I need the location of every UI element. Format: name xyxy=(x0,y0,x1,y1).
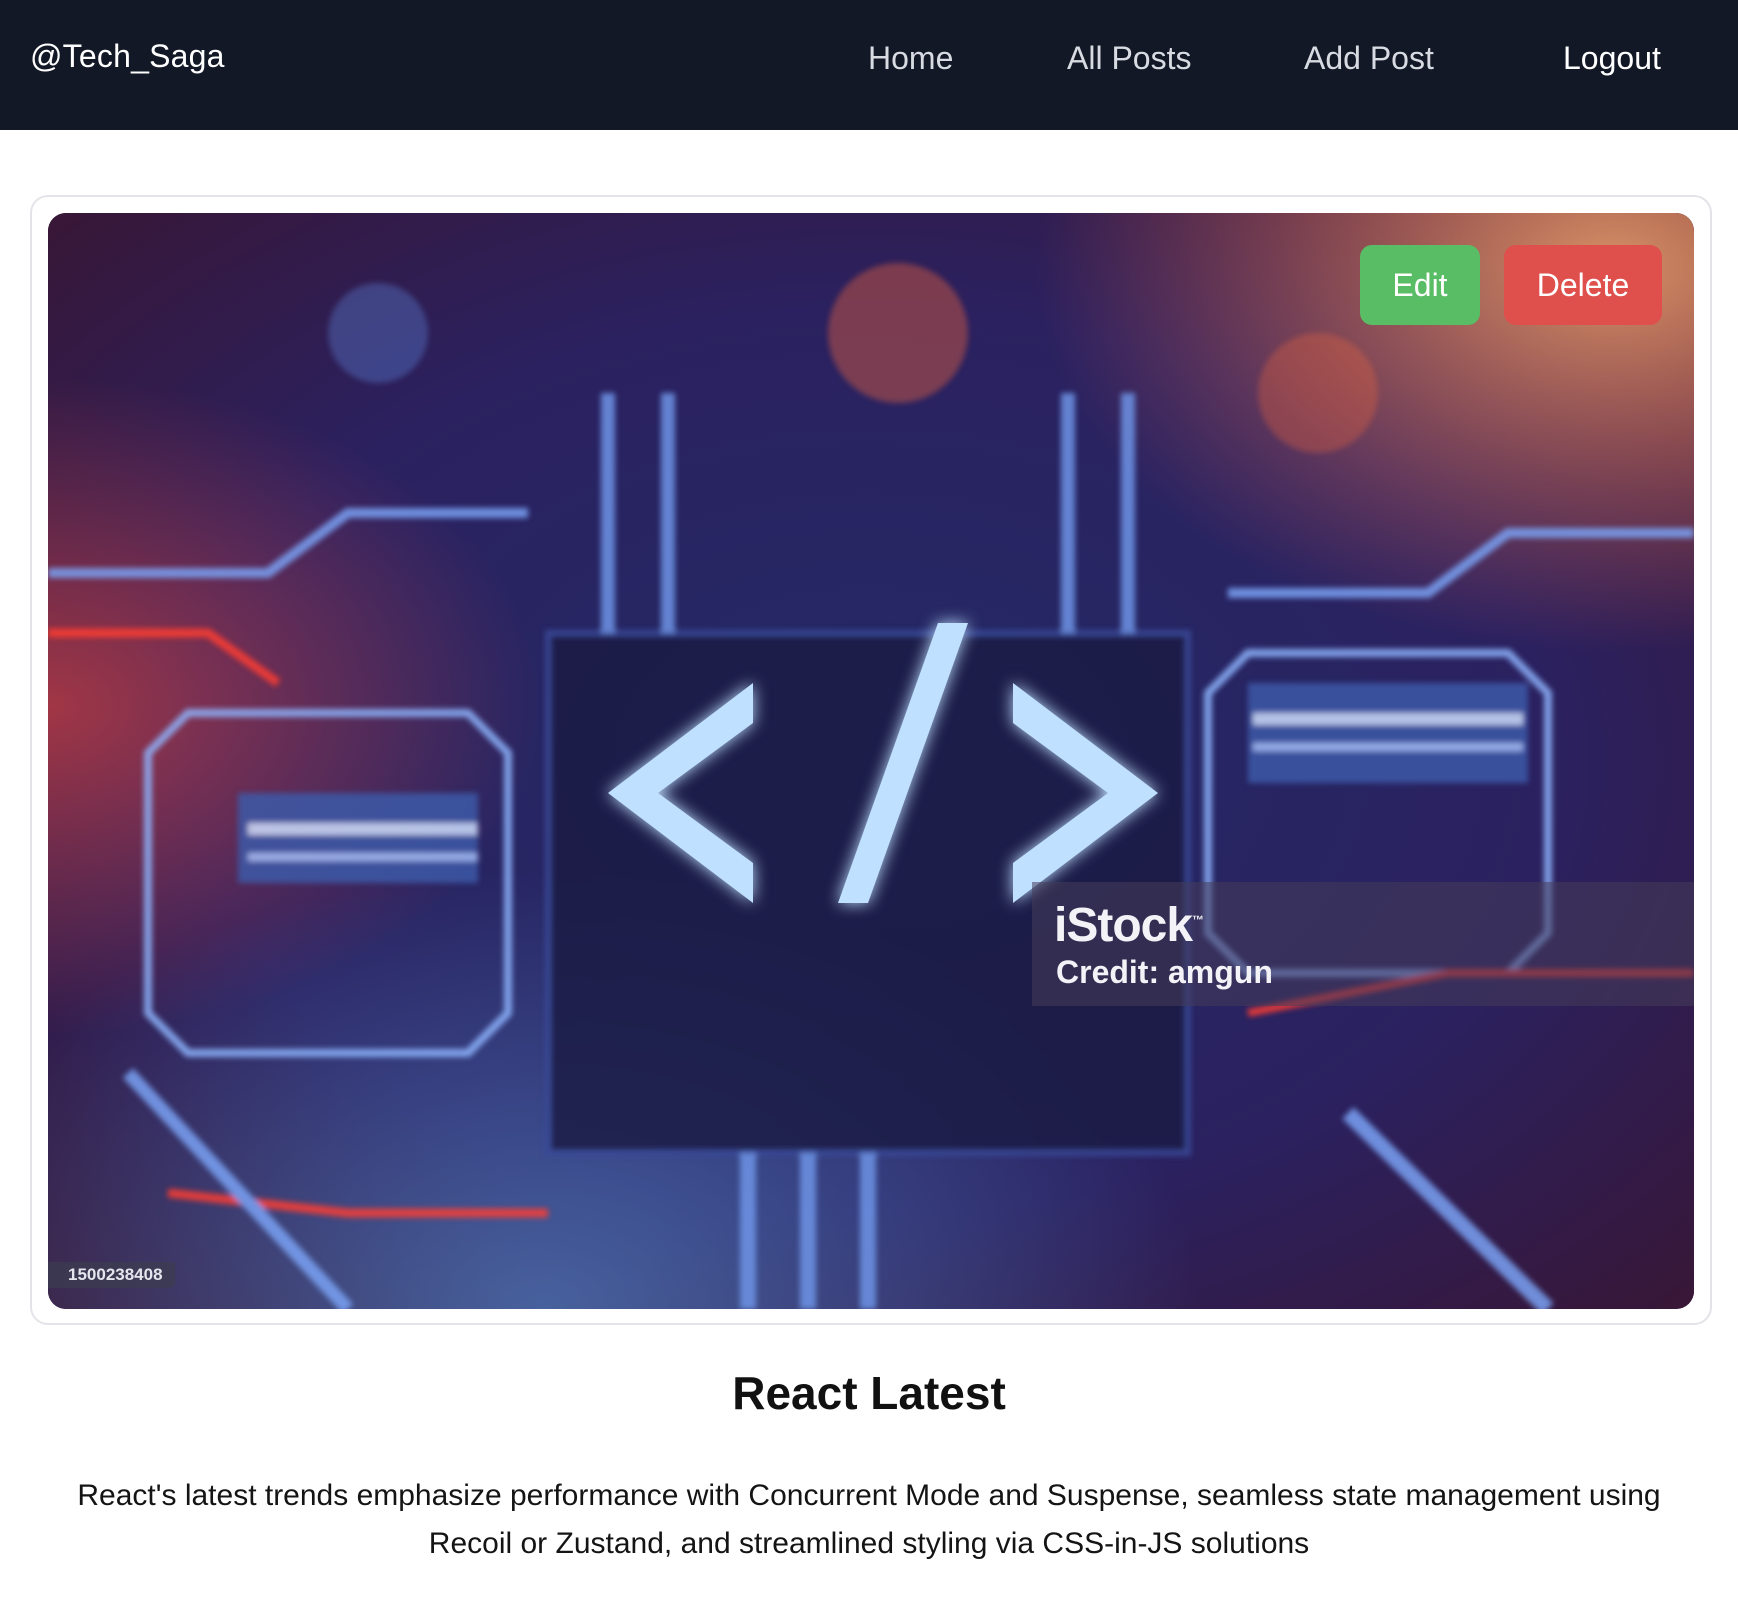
post-title: React Latest xyxy=(732,1367,1006,1419)
watermark-brand-text: iStock xyxy=(1054,899,1193,952)
circuit-board-illustration xyxy=(48,213,1694,1309)
post-image-card xyxy=(30,195,1712,1325)
delete-post-button[interactable]: Delete xyxy=(1504,245,1662,325)
watermark-trademark: ™ xyxy=(1192,913,1204,927)
watermark-brand: iStock™ xyxy=(1054,898,1204,953)
edit-post-button[interactable]: Edit xyxy=(1360,245,1480,325)
post-featured-image xyxy=(48,213,1694,1309)
top-navbar: @Tech_Saga Home All Posts Add Post Logou… xyxy=(0,0,1738,130)
nav-link-all-posts[interactable]: All Posts xyxy=(1067,40,1191,77)
nav-link-add-post[interactable]: Add Post xyxy=(1304,40,1434,77)
image-id-label: 1500238408 xyxy=(48,1262,175,1288)
istock-watermark: iStock™ Credit: amgun xyxy=(1032,882,1694,1006)
site-brand[interactable]: @Tech_Saga xyxy=(30,38,225,75)
post-body: React's latest trends emphasize performa… xyxy=(77,1479,1661,1560)
watermark-credit: Credit: amgun xyxy=(1056,954,1273,990)
nav-link-logout[interactable]: Logout xyxy=(1563,40,1661,77)
nav-link-home[interactable]: Home xyxy=(868,40,953,77)
